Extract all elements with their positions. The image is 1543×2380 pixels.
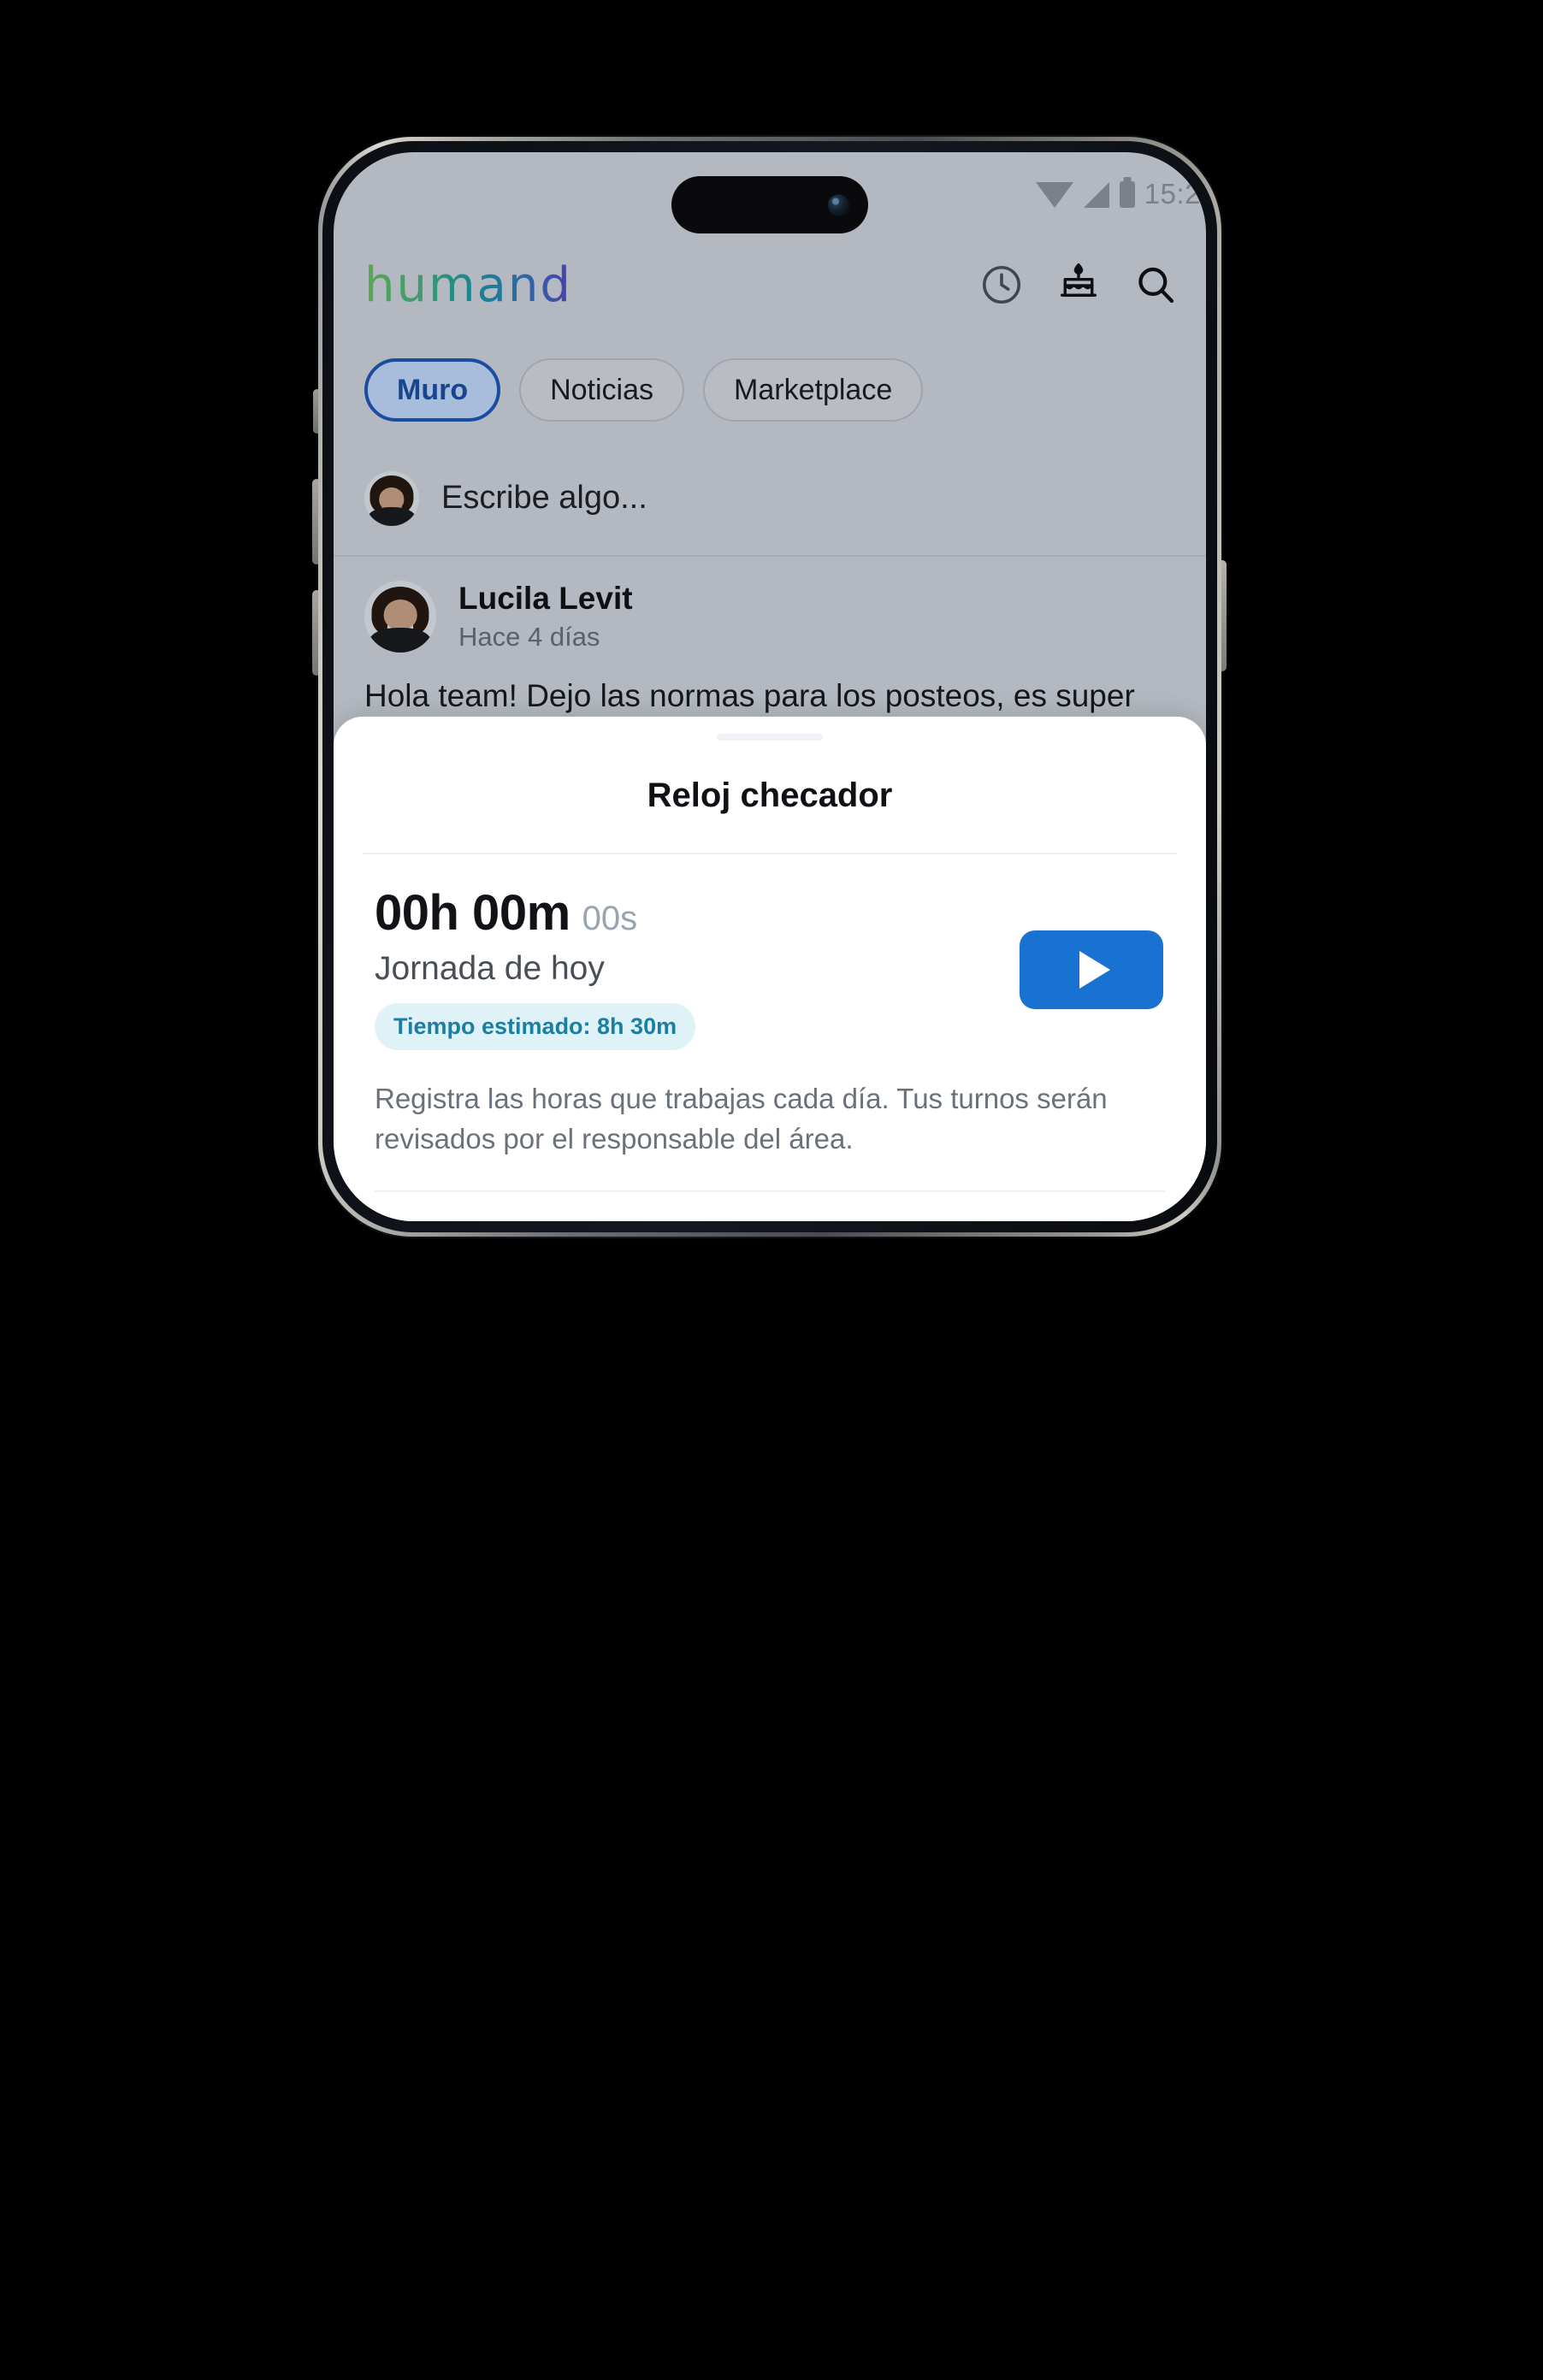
avatar-body xyxy=(369,628,432,653)
post-author-meta: Lucila Levit Hace 4 días xyxy=(458,581,633,653)
sheet-divider-bottom xyxy=(375,1190,1165,1192)
estimated-time-badge: Tiempo estimado: 8h 30m xyxy=(375,1003,696,1050)
timer-subtitle: Jornada de hoy xyxy=(375,950,605,987)
timer-section: 00h 00m 00s Jornada de hoy Tiempo estima… xyxy=(363,854,1177,1050)
search-icon[interactable] xyxy=(1132,262,1179,308)
tab-noticias[interactable]: Noticias xyxy=(519,358,685,422)
phone-screen: 15:2 humand Muro Noticias Marketplace Es… xyxy=(334,152,1206,1221)
tab-noticias-label: Noticias xyxy=(550,373,654,406)
wifi-icon xyxy=(1035,181,1073,208)
post-header: Lucila Levit Hace 4 días xyxy=(334,557,1206,653)
birthday-cake-icon[interactable] xyxy=(1055,262,1102,308)
status-bar-clock: 15:2 xyxy=(1144,178,1201,210)
current-user-avatar xyxy=(364,470,419,526)
timer-display: 00h 00m 00s xyxy=(375,889,695,938)
sheet-description: Registra las horas que trabajas cada día… xyxy=(375,1083,1108,1155)
sheet-drag-handle[interactable] xyxy=(717,734,823,741)
post-timestamp: Hace 4 días xyxy=(458,621,600,652)
sheet-title: Reloj checador xyxy=(647,777,893,814)
compose-post-row[interactable]: Escribe algo... xyxy=(334,441,1206,557)
tab-muro[interactable]: Muro xyxy=(364,358,501,422)
header-action-icons xyxy=(978,262,1179,308)
battery-icon xyxy=(1119,181,1135,208)
post-author-name: Lucila Levit xyxy=(458,581,633,617)
humand-logo: humand xyxy=(364,257,572,313)
avatar-body xyxy=(368,506,416,526)
phone-frame-rail: 15:2 humand Muro Noticias Marketplace Es… xyxy=(318,137,1221,1237)
dynamic-island xyxy=(671,176,868,233)
clock-icon[interactable] xyxy=(978,262,1025,308)
tab-marketplace[interactable]: Marketplace xyxy=(703,358,924,422)
tab-marketplace-label: Marketplace xyxy=(734,373,893,406)
phone-bezel: 15:2 humand Muro Noticias Marketplace Es… xyxy=(322,141,1217,1232)
timer-hours-minutes: 00h 00m xyxy=(375,885,570,941)
compose-input-placeholder[interactable]: Escribe algo... xyxy=(441,480,647,517)
app-header: humand xyxy=(334,233,1206,336)
status-bar-icons xyxy=(1035,181,1135,208)
timer-info: 00h 00m 00s Jornada de hoy Tiempo estima… xyxy=(375,889,696,1050)
feed-tab-strip: Muro Noticias Marketplace xyxy=(334,339,1206,441)
tab-muro-label: Muro xyxy=(397,373,469,406)
reloj-checador-bottom-sheet: Reloj checador 00h 00m 00s Jornada de ho… xyxy=(334,717,1206,1221)
front-camera-icon xyxy=(828,194,849,216)
timer-seconds: 00s xyxy=(582,900,638,937)
avatar-face xyxy=(383,599,417,630)
play-icon xyxy=(1079,950,1110,989)
start-timer-button[interactable] xyxy=(1020,930,1163,1009)
cellular-signal-icon xyxy=(1083,181,1109,208)
screenshot-stage: 15:2 humand Muro Noticias Marketplace Es… xyxy=(0,0,1543,2380)
post-author-avatar[interactable] xyxy=(364,581,436,653)
